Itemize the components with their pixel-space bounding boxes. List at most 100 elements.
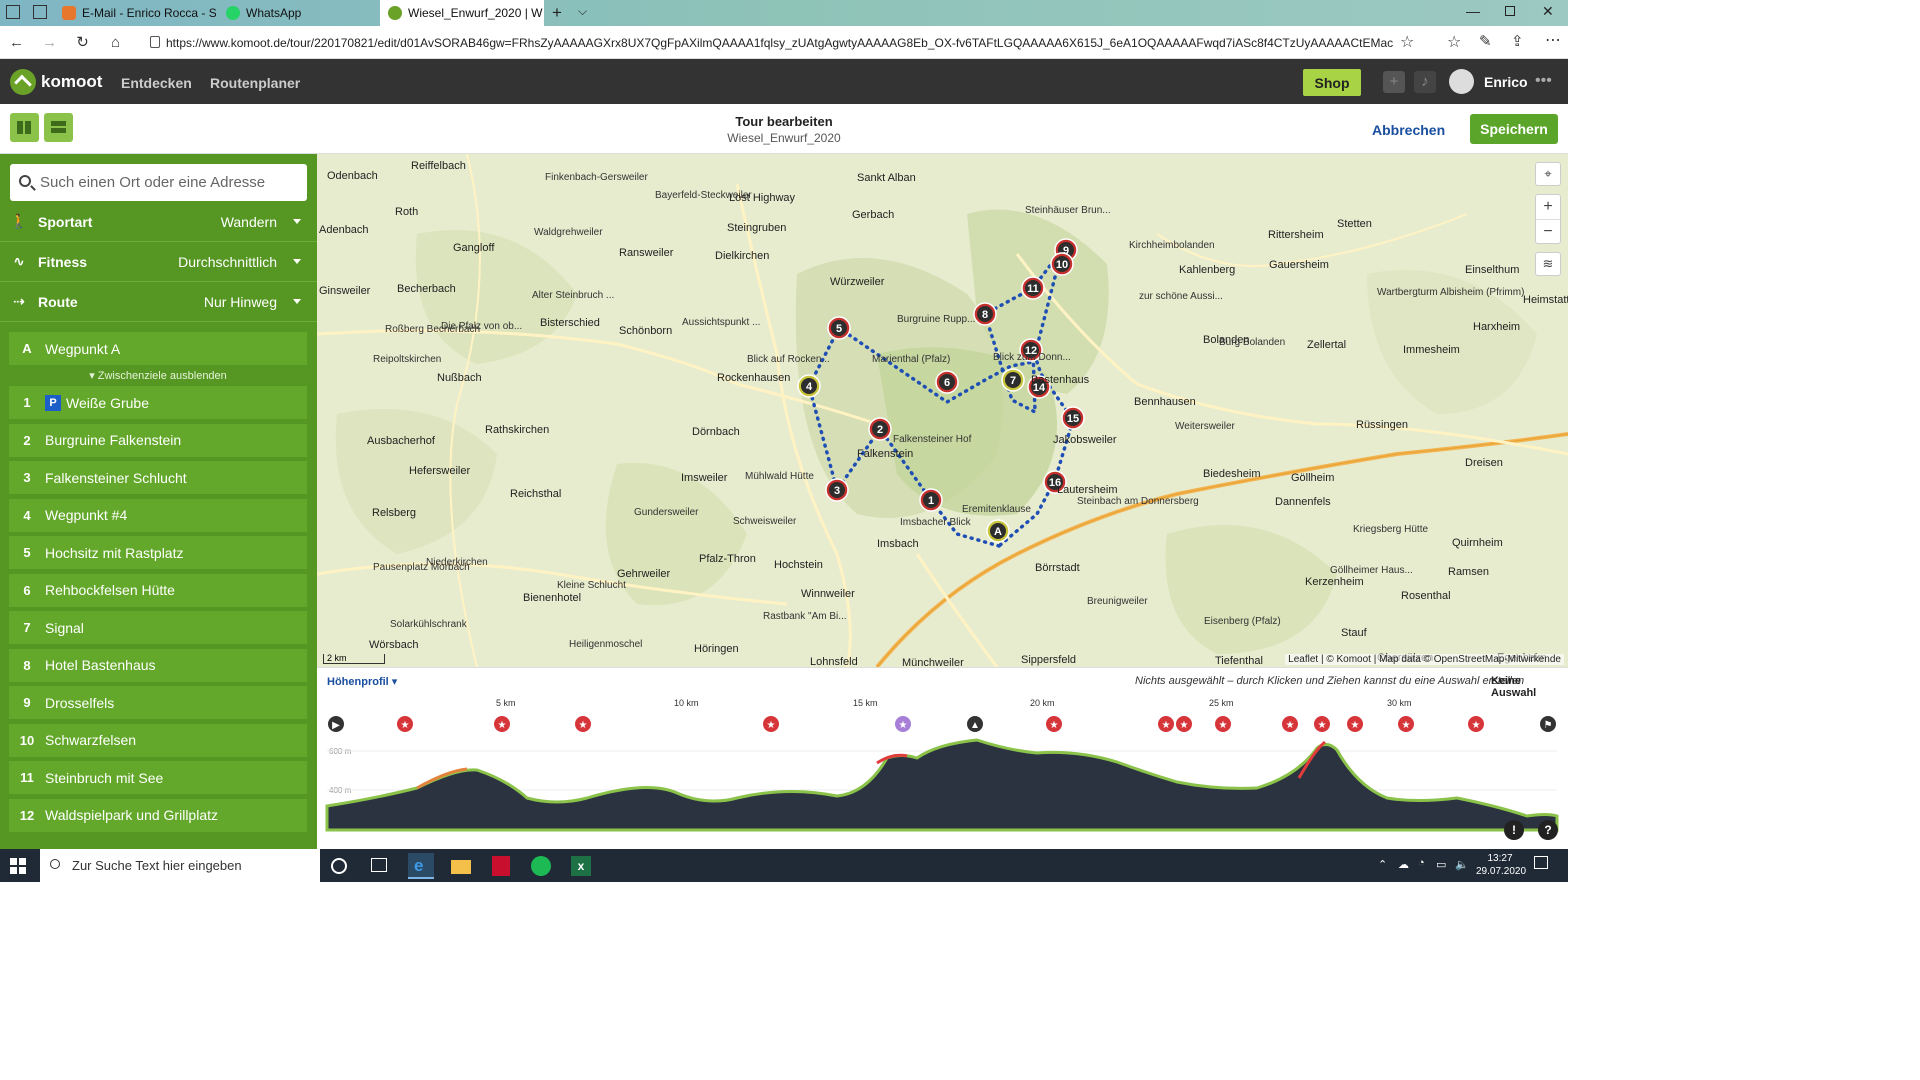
alert-icon[interactable]: ! [1504,820,1524,840]
waypoint-start[interactable]: A Wegpunkt A [9,332,307,365]
setting-route[interactable]: ⇢ Route Nur Hinweg [0,282,317,322]
setting-sport[interactable]: 🚶 Sportart Wandern [0,202,317,242]
map-place-label: Kerzenheim [1305,576,1364,588]
url-field[interactable]: https://www.komoot.de/tour/220170821/edi… [143,31,1393,55]
waypoint-item[interactable]: 3 Falkensteiner Schlucht [9,461,307,494]
pen-icon[interactable]: ✎ [1479,32,1492,50]
waypoint-item[interactable]: 9 Drosselfels [9,686,307,719]
stacked-view-button[interactable] [44,113,73,142]
highlight-star-icon: ★ [1050,720,1059,731]
browser-menu-icon[interactable]: ⋯ [1545,30,1561,50]
forward-icon[interactable]: → [33,34,66,51]
shop-button[interactable]: Shop [1303,69,1361,96]
tab-actions-icon[interactable] [6,5,20,19]
hide-intermediate-toggle[interactable]: ▾ Zwischenziele ausblenden [9,369,307,382]
map-place-label: Dielkirchen [715,250,770,262]
map-place-label: Zellertal [1307,339,1347,351]
waypoint-item[interactable]: 6 Rehbockfelsen Hütte [9,573,307,607]
wifi-icon[interactable]: ◔ [1418,857,1425,869]
map-marker-A[interactable]: A [986,519,1010,543]
locate-icon[interactable]: ⌖ [1535,162,1561,186]
volume-icon[interactable]: 🔈 [1455,858,1469,871]
reload-icon[interactable]: ↻ [66,33,99,51]
map-marker-2[interactable]: 2 [868,417,892,441]
map-marker-11[interactable]: 11 [1021,276,1045,300]
favorites-list-icon[interactable]: ☆ [1447,32,1461,52]
waypoint-number: 10 [19,732,35,748]
tab-komoot-active[interactable]: Wiesel_Enwurf_2020 | W ✕ [380,0,544,26]
maximize-icon[interactable] [1505,6,1515,16]
map-marker-10[interactable]: 10 [1050,252,1074,276]
elevation-chart[interactable]: ▶ ★ ★ ★ ★ ★ ▲ ★ ★ ★ ★ ★ ★ ★ ★ ★ ⚑ [317,668,1568,850]
tray-chevron-icon[interactable]: ⌃ [1378,858,1387,871]
waypoint-item[interactable]: 11 Steinbruch mit See [9,761,307,794]
clock[interactable]: 13:27 29.07.2020 [1476,852,1526,878]
zoom-in-icon[interactable]: + [1536,195,1560,219]
acrobat-icon[interactable] [488,853,514,879]
close-window-icon[interactable]: ✕ [1542,3,1554,20]
bell-icon[interactable]: ♪ [1414,71,1436,93]
home-icon[interactable]: ⌂ [99,34,132,51]
map-marker-15[interactable]: 15 [1061,406,1085,430]
task-view-icon[interactable] [371,858,387,872]
back-icon[interactable]: ← [0,34,33,51]
map-marker-3[interactable]: 3 [825,478,849,502]
zoom-out-icon[interactable]: − [1536,219,1560,244]
new-tab-icon[interactable]: + [552,3,562,23]
waypoint-item[interactable]: 12 Waldspielpark und Grillplatz [9,798,307,832]
map-place-label: Mühlwald Hütte [745,471,814,482]
notifications-icon[interactable] [1534,856,1548,869]
waypoint-item[interactable]: 8 Hotel Bastenhaus [9,648,307,682]
map[interactable]: 1 2 3 4 5 6 7 8 9 10 11 12 14 15 16 A Reiffelbach Odenba… [317,154,1568,667]
nav-entdecken[interactable]: Entdecken [121,75,192,91]
split-view-button[interactable] [10,113,39,142]
taskbar-search[interactable]: Zur Suche Text hier eingeben [40,849,320,882]
avatar[interactable] [1449,69,1474,94]
map-marker-5[interactable]: 5 [827,316,851,340]
nav-routenplaner[interactable]: Routenplaner [210,75,300,91]
cancel-button[interactable]: Abbrechen [1372,122,1445,138]
windows-start-icon[interactable] [10,858,26,874]
help-icon[interactable]: ? [1538,820,1558,840]
waypoint-item[interactable]: 10 Schwarzfelsen [9,723,307,757]
cloud-icon[interactable]: ☁ [1398,858,1409,871]
battery-icon[interactable]: ▭ [1436,858,1446,871]
user-name[interactable]: Enrico [1484,74,1528,90]
waypoint-label: Weiße Grube [66,394,149,411]
cortana-icon[interactable] [331,858,347,874]
map-marker-7[interactable]: 7 [1001,368,1025,392]
chevron-down-icon[interactable]: ⌵ [578,4,587,19]
tab-whatsapp[interactable]: WhatsApp [218,0,378,26]
map-place-label: Tiefenthal [1215,655,1263,667]
waypoint-item[interactable]: 7 Signal [9,611,307,644]
minimize-icon[interactable]: — [1466,3,1480,19]
close-tab-icon[interactable]: ✕ [543,5,544,21]
tab-back-icon[interactable] [33,5,47,19]
waypoint-item[interactable]: 1 P Weiße Grube [9,386,307,419]
waypoint-item[interactable]: 5 Hochsitz mit Rastplatz [9,536,307,569]
map-marker-6[interactable]: 6 [935,370,959,394]
more-icon[interactable]: ••• [1535,72,1552,90]
map-marker-8[interactable]: 8 [973,302,997,326]
search-input[interactable]: Such einen Ort oder eine Adresse [10,164,307,201]
map-marker-1[interactable]: 1 [919,488,943,512]
waypoint-item[interactable]: 2 Burgruine Falkenstein [9,423,307,457]
favorite-star-icon[interactable]: ☆ [1400,32,1414,52]
spotify-icon[interactable] [528,853,554,879]
add-icon[interactable]: + [1383,71,1405,93]
map-place-label: Rockenhausen [717,372,791,384]
komoot-logo[interactable]: komoot [10,69,102,95]
layers-icon[interactable]: ≋ [1535,252,1561,276]
map-place-label: Hochstein [774,559,823,571]
map-place-label: Göllheim [1291,472,1335,484]
share-icon[interactable]: ⇪ [1511,32,1524,50]
tab-email[interactable]: E-Mail - Enrico Rocca - STR/ [54,0,216,26]
explorer-icon[interactable] [448,853,474,879]
setting-fitness[interactable]: ∿ Fitness Durchschnittlich [0,242,317,282]
waypoint-item[interactable]: 4 Wegpunkt #4 [9,498,307,532]
excel-icon[interactable]: x [568,853,594,879]
map-marker-4[interactable]: 4 [797,374,821,398]
save-button[interactable]: Speichern [1470,114,1558,144]
waypoint-letter: A [22,341,32,356]
edge-icon[interactable]: e [408,853,434,879]
